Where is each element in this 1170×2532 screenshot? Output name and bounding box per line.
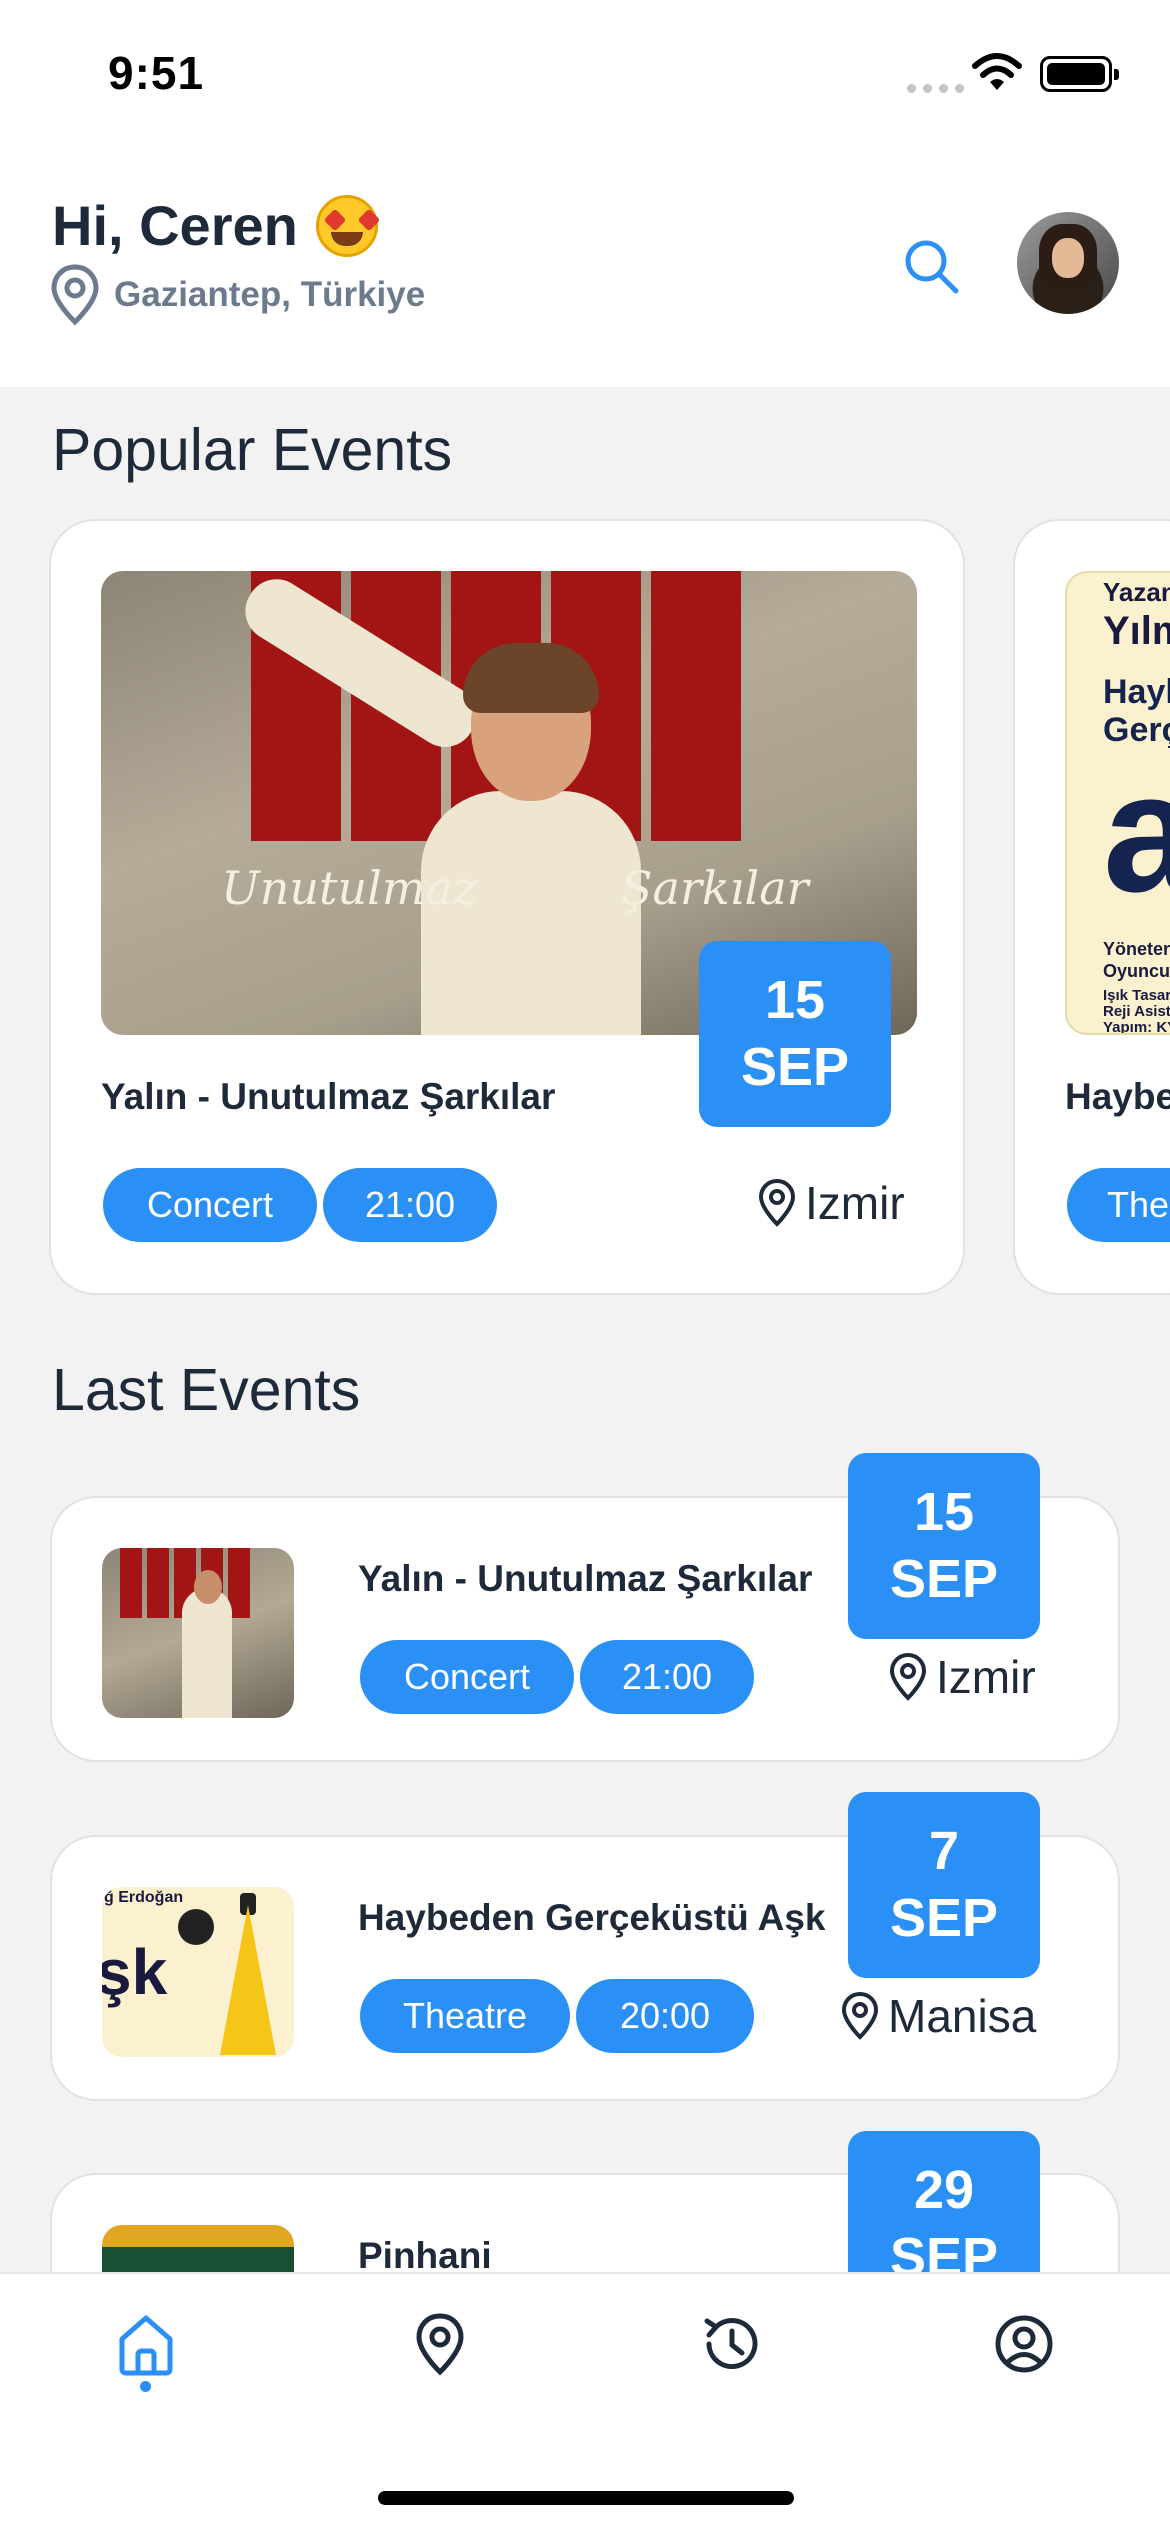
event-poster-image: Yazan: Yılm Hayl Gerç a Yöneten Oyuncul … (1065, 571, 1170, 1035)
event-title: Haybeden Gerçeküstü Aşk (358, 1897, 826, 1938)
category-chip[interactable]: Concert (360, 1640, 574, 1714)
avatar[interactable] (1017, 212, 1119, 314)
poster-line: Işık Tasar (1103, 987, 1170, 1004)
profile-icon (995, 2315, 1053, 2373)
event-place: Izmir (888, 1650, 1036, 1704)
poster-performer (421, 643, 641, 1035)
map-pin-icon (758, 1178, 796, 1227)
date-month: SEP (889, 1888, 999, 1948)
date-day: 15 (764, 970, 826, 1030)
tab-home[interactable] (106, 2304, 186, 2384)
event-title: Pinhani (358, 2235, 492, 2276)
poster-line: a (1103, 735, 1170, 931)
event-thumbnail: ğ Erdoğan şk (102, 1887, 294, 2057)
time-chip[interactable]: 21:00 (580, 1640, 754, 1714)
date-month: SEP (889, 1549, 999, 1609)
popular-event-card[interactable]: Yazan: Yılm Hayl Gerç a Yöneten Oyuncul … (1013, 519, 1170, 1295)
date-badge: 15 SEP (699, 941, 891, 1127)
tab-map[interactable] (400, 2304, 480, 2384)
poster-line: Yazan: (1103, 577, 1170, 607)
date-day: 29 (913, 2160, 975, 2220)
greeting-text: Hi, Ceren (52, 194, 298, 257)
time-chip[interactable]: 20:00 (576, 1979, 754, 2053)
date-badge: 15 SEP (848, 1453, 1040, 1639)
date-month: SEP (740, 1037, 850, 1097)
poster-script-left: Unutulmaz (221, 861, 478, 915)
active-tab-indicator (140, 2381, 151, 2392)
poster-line: Oyuncul (1103, 961, 1170, 981)
map-pin-icon (841, 1991, 879, 2040)
place-text: Izmir (936, 1651, 1036, 1703)
event-place: Izmir (757, 1176, 905, 1230)
poster-line: Hayl (1103, 673, 1170, 711)
category-chip[interactable]: The (1067, 1168, 1170, 1242)
location-text: Gaziantep, Türkiye (114, 275, 426, 314)
date-day: 15 (913, 1482, 975, 1542)
search-icon[interactable] (900, 235, 964, 299)
popular-event-card[interactable]: Unutulmaz Şarkılar 15 SEP Yalın - Unutul… (49, 519, 965, 1295)
cellular-signal-icon (907, 84, 964, 93)
poster-script-right: Şarkılar (621, 861, 809, 915)
battery-icon (1040, 56, 1119, 92)
event-title: Yalın - Unutulmaz Şarkılar (101, 1076, 556, 1117)
map-pin-icon (416, 2313, 464, 2376)
header: 9:51 Hi, Ceren Gaziantep, Türkiye (0, 0, 1170, 387)
greeting: Hi, Ceren (52, 193, 378, 258)
current-location[interactable]: Gaziantep, Türkiye (50, 264, 425, 326)
poster-line: Yapım: KY (1103, 1019, 1170, 1035)
date-badge: 7 SEP (848, 1792, 1040, 1978)
category-chip[interactable]: Concert (103, 1168, 317, 1242)
map-pin-icon (51, 264, 99, 326)
wifi-icon (972, 53, 1022, 90)
poster-line: Yılm (1103, 609, 1170, 653)
star-struck-emoji-icon (315, 194, 378, 257)
tab-profile[interactable] (984, 2304, 1064, 2384)
map-pin-icon (889, 1652, 927, 1701)
last-events-title: Last Events (52, 1357, 361, 1423)
thumbnail-text: ğ Erdoğan (104, 1889, 184, 1906)
time-chip[interactable]: 21:00 (323, 1168, 497, 1242)
history-icon (704, 2318, 758, 2370)
event-title: Haybe (1065, 1076, 1170, 1117)
poster-line: Reji Asist (1103, 1003, 1170, 1020)
event-title: Yalın - Unutulmaz Şarkılar (358, 1558, 813, 1599)
category-chip[interactable]: Theatre (360, 1979, 570, 2053)
date-day: 7 (928, 1821, 960, 1881)
event-place: Manisa (840, 1989, 1036, 2043)
event-thumbnail (102, 1548, 294, 1718)
popular-events-title: Popular Events (52, 417, 453, 483)
thumbnail-title: şk (102, 1936, 168, 2008)
home-icon (119, 2315, 173, 2376)
place-text: Izmir (805, 1177, 905, 1229)
poster-line: Yöneten (1103, 939, 1170, 959)
status-time: 9:51 (108, 47, 205, 99)
tab-history[interactable] (692, 2304, 772, 2384)
place-text: Manisa (888, 1990, 1037, 2042)
home-indicator (378, 2491, 794, 2505)
